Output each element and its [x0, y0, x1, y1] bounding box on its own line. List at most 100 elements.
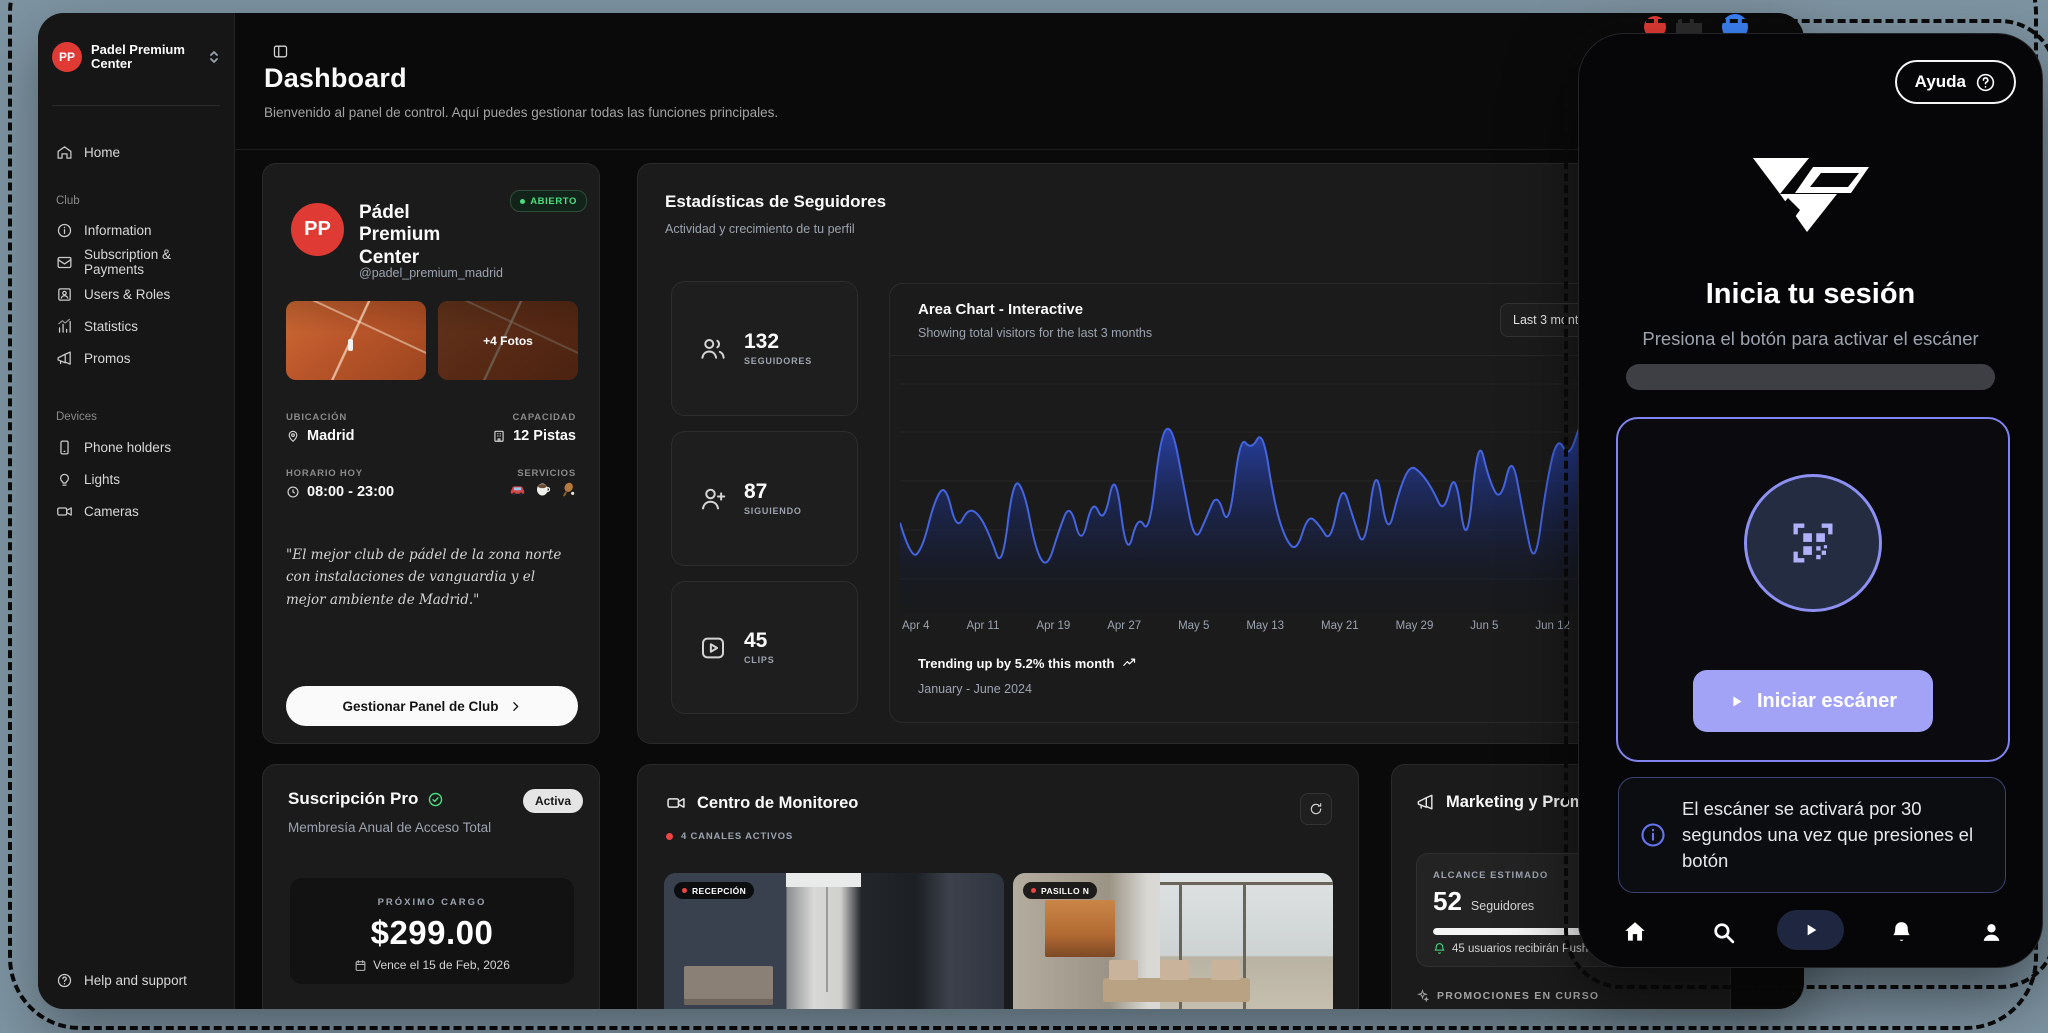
sidebar-item-home[interactable]: Home [46, 137, 226, 167]
next-charge-panel: PRÓXIMO CARGO $299.00 Vence el 15 de Feb… [290, 878, 574, 984]
sidebar-item-statistics[interactable]: Statistics [46, 311, 226, 341]
subscription-subtitle: Membresía Anual de Acceso Total [288, 820, 491, 835]
qr-scan-target[interactable] [1744, 474, 1882, 612]
sidebar-item-label: Help and support [84, 973, 187, 988]
qr-code-icon [1787, 517, 1839, 569]
play-icon [1803, 922, 1819, 938]
followers-stats-card: Estadísticas de Seguidores Actividad y c… [637, 163, 1601, 744]
phone-overlay: Ayuda Inicia tu sesión Presiona el botón… [1578, 33, 2043, 968]
sidebar-item-lights[interactable]: Lights [46, 464, 226, 494]
sidebar-section-devices: Devices [56, 411, 97, 423]
workspace-switcher[interactable]: PP Padel Premium Center [52, 37, 220, 77]
calendar-icon [354, 959, 367, 972]
map-pin-icon [286, 429, 300, 443]
page-title: Dashboard [264, 63, 407, 94]
subscription-title: Suscripción Pro [288, 789, 418, 809]
services-icons [509, 482, 576, 498]
home-icon [56, 144, 73, 161]
club-photo-1[interactable] [286, 301, 426, 380]
start-scanner-button[interactable]: Iniciar escáner [1693, 670, 1933, 732]
help-circle-icon [56, 972, 73, 989]
chevron-right-icon [509, 700, 522, 713]
stat-value: 87 [744, 481, 802, 502]
camera-feed-recepcion[interactable]: RECEPCIÓN [664, 873, 1004, 1009]
sidebar-item-information[interactable]: Information [46, 215, 226, 245]
x-tick-label: Jun 5 [1470, 620, 1498, 632]
phone-title: Inicia tu sesión [1579, 278, 2042, 311]
chart-subtitle: Showing total visitors for the last 3 mo… [918, 326, 1152, 340]
club-photo-more[interactable]: +4 Fotos [438, 301, 578, 380]
x-tick-label: May 13 [1246, 620, 1284, 632]
help-button[interactable]: Ayuda [1895, 60, 2016, 104]
sidebar-item-phone-holders[interactable]: Phone holders [46, 432, 226, 462]
sidebar-item-users-roles[interactable]: Users & Roles [46, 279, 226, 309]
sidebar-item-subscription-payments[interactable]: Subscription & Payments [46, 247, 226, 277]
player-figure [348, 339, 353, 351]
x-tick-label: May 29 [1396, 620, 1434, 632]
stat-tile-clips: 45CLIPS [671, 581, 858, 714]
mail-icon [56, 254, 73, 271]
capacity-label: CAPACIDAD [513, 412, 577, 423]
x-tick-label: May 21 [1321, 620, 1359, 632]
capacity-value: 12 Pistas [492, 428, 576, 444]
megaphone-icon [56, 350, 73, 367]
smartphone-icon [56, 439, 73, 456]
x-tick-label: Apr 11 [966, 620, 999, 632]
feed-label: PASILLO N [1023, 882, 1097, 899]
stat-tile-seguidores: 132SEGUIDORES [671, 281, 858, 416]
camera-feed-pasillo[interactable]: PASILLO N [1013, 873, 1333, 1009]
app-logo [1747, 152, 1875, 236]
hours-value: 08:00 - 23:00 [286, 484, 394, 500]
sidebar-toggle-icon[interactable] [266, 37, 294, 65]
area-chart [900, 370, 1580, 616]
trending-up-icon [1122, 656, 1137, 671]
sidebar-divider [52, 105, 220, 106]
sidebar-item-help-support[interactable]: Help and support [46, 965, 226, 995]
rec-dot-icon [1031, 888, 1036, 893]
profile-icon[interactable] [1969, 910, 2013, 954]
followers-subtitle: Actividad y crecimiento de tu perfil [665, 222, 855, 236]
location-label: UBICACIÓN [286, 412, 347, 423]
x-tick-label: Apr 19 [1036, 620, 1070, 632]
x-tick-label: Apr 27 [1107, 620, 1141, 632]
sidebar-item-label: Promos [84, 351, 131, 366]
lightbulb-icon [56, 471, 73, 488]
sparkles-icon [1416, 989, 1429, 1002]
home-icon[interactable] [1613, 910, 1657, 954]
video-camera-icon [666, 793, 686, 813]
bell-icon [1433, 942, 1446, 955]
coffee-icon [535, 482, 551, 498]
dashboard-window: PP Padel Premium Center Home Club Inform… [38, 13, 1804, 1009]
rec-dot-icon [682, 888, 687, 893]
location-value: Madrid [286, 428, 355, 444]
phone-subtitle: Presiona el botón para activar el escáne… [1579, 328, 2042, 350]
canvas: PP Padel Premium Center Home Club Inform… [0, 0, 2048, 1033]
bell-icon[interactable] [1879, 910, 1923, 954]
stat-tile-siguiendo: 87 SIGUIENDO [671, 431, 858, 566]
clock-icon [286, 485, 300, 499]
due-date: Vence el 15 de Feb, 2026 [290, 958, 574, 972]
sidebar-item-label: Phone holders [84, 440, 171, 455]
users-icon [698, 334, 728, 364]
x-tick-label: May 5 [1178, 620, 1209, 632]
car-icon [509, 482, 526, 498]
refresh-button[interactable] [1300, 793, 1332, 825]
x-tick-label: Apr 4 [902, 620, 930, 632]
x-axis-ticks: Apr 4 Apr 11 Apr 19 Apr 27 May 5 May 13 May 21… [902, 620, 1570, 632]
play-tab-pill[interactable] [1777, 910, 1844, 950]
promos-section-header: PROMOCIONES EN CURSO [1416, 989, 1599, 1002]
sidebar-item-promos[interactable]: Promos [46, 343, 226, 373]
area-chart-card: Area Chart - Interactive Showing total v… [889, 283, 1591, 723]
club-handle: @padel_premium_madrid [359, 266, 503, 280]
chart-trend: Trending up by 5.2% this month [918, 656, 1137, 671]
search-icon[interactable] [1701, 910, 1745, 954]
stat-label: SIGUIENDO [744, 506, 802, 516]
manage-club-button[interactable]: Gestionar Panel de Club [286, 686, 578, 726]
page-subtitle: Bienvenido al panel de control. Aquí pue… [264, 105, 778, 120]
channels-status: 4 CANALES ACTIVOS [666, 831, 793, 842]
status-badge: ABIERTO [510, 190, 587, 212]
sidebar-item-cameras[interactable]: Cameras [46, 496, 226, 526]
sidebar-item-label: Home [84, 145, 120, 160]
info-circle-icon [1639, 821, 1667, 849]
chevrons-up-down-icon [208, 50, 220, 64]
